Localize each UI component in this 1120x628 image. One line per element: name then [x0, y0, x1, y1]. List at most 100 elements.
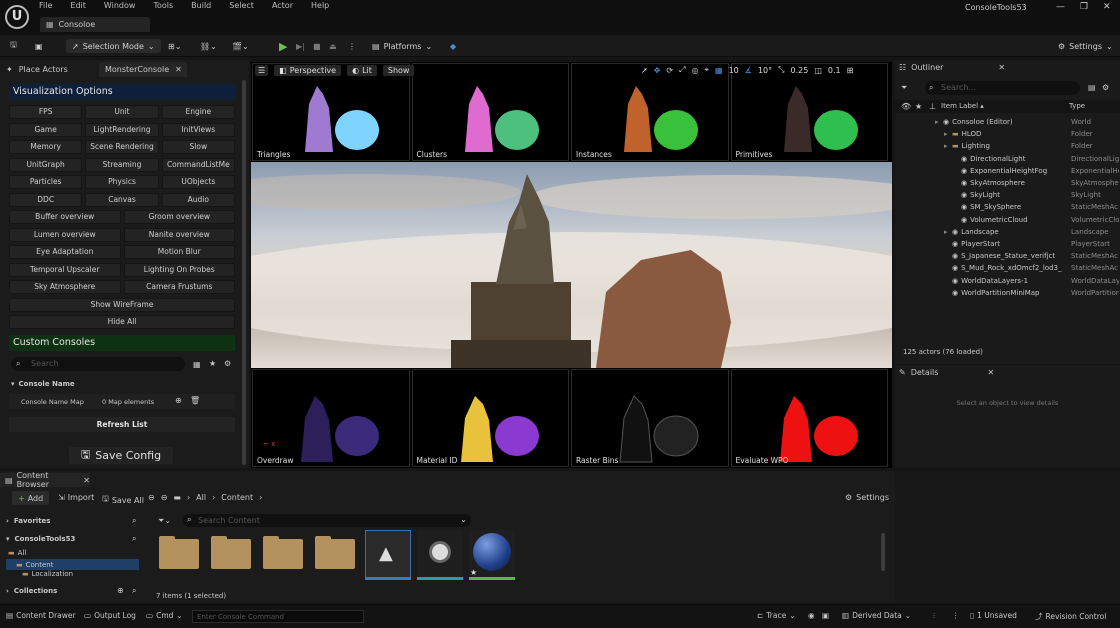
vis-button-18[interactable]: Buffer overview [9, 210, 121, 224]
viz-thumb-evaluate-wpo[interactable]: Evaluate WPO [730, 369, 888, 467]
tree-content[interactable]: ▬ Content [6, 559, 139, 570]
select-tool-icon[interactable]: ➚ [641, 66, 648, 75]
left-panel-scrollbar[interactable] [242, 80, 246, 465]
breadcrumb-content[interactable]: Content [221, 493, 253, 502]
lit-button[interactable]: ◐ Lit [347, 65, 377, 76]
main-scene-view[interactable] [251, 162, 892, 368]
outliner-row[interactable]: ◉ DirectionalLight DirectionalLig [895, 153, 1120, 165]
refresh-list-button[interactable]: Refresh List [9, 417, 235, 432]
vis-button-2[interactable]: Engine [161, 105, 235, 119]
search-icon[interactable]: ⌕ [132, 516, 136, 526]
blueprint-icon[interactable]: ⛓⌄ [200, 39, 217, 53]
content-drawer-button[interactable]: ▤ Content Drawer [6, 611, 76, 620]
output-log-button[interactable]: ▭ Output Log [84, 611, 136, 620]
stop-icon[interactable]: ■ [313, 39, 321, 53]
cb-settings-button[interactable]: ⚙ Settings [845, 493, 889, 502]
vis-button-21[interactable]: Nanite overview [123, 227, 235, 242]
content-browser-tab[interactable]: ▤ Content Browser ✕ [0, 471, 90, 489]
star-icon[interactable]: ★ [915, 102, 922, 111]
viz-thumb-overdraw[interactable]: Overdraw [252, 369, 410, 467]
vis-button-6[interactable]: Memory [9, 140, 83, 154]
scale-tool-icon[interactable]: ⤢ [679, 65, 685, 75]
outliner-row[interactable]: ▸ ▬ Lighting Folder [895, 140, 1120, 152]
vis-button-19[interactable]: Groom overview [123, 210, 235, 224]
vis-button-23[interactable]: Motion Blur [123, 245, 235, 259]
unreal-logo-icon[interactable]: U [5, 5, 29, 29]
viz-thumb-primitives[interactable]: Primitives [730, 63, 888, 161]
outliner-search-input[interactable]: ⌕ Search... [925, 81, 1080, 95]
move-tool-icon[interactable]: ✥ [654, 66, 661, 75]
outliner-row[interactable]: ◉ SM_SkySphere StaticMeshAc [895, 201, 1120, 213]
tab-monster-console[interactable]: MonsterConsole ✕ [99, 62, 187, 77]
play-icon[interactable]: ▶ [279, 39, 287, 53]
surface-snap-icon[interactable]: ⌖ [705, 65, 710, 75]
vis-button-1[interactable]: Unit [85, 105, 159, 119]
outliner-row[interactable]: ◉ SkyLight SkyLight [895, 189, 1120, 201]
derived-data-dropdown[interactable]: ▥ Derived Data ⌄ [842, 611, 911, 620]
vis-button-10[interactable]: Streaming [85, 157, 159, 172]
maximize-icon[interactable]: ❐ [1080, 2, 1088, 12]
camera-speed-value[interactable]: 0.1 [828, 66, 841, 75]
item-label-column[interactable]: Item Label ▴ [941, 102, 984, 110]
trace-dropdown[interactable]: ⊏ Trace ⌄ [757, 611, 796, 620]
menu-build[interactable]: Build [191, 1, 219, 13]
settings-dropdown[interactable]: ⚙ Settings ⌄ [1058, 39, 1113, 53]
outliner-row[interactable]: ▸ ◉ Consoloe (Editor) World [895, 116, 1120, 128]
outliner-row[interactable]: ◉ S_Japanese_Statue_verifjct StaticMeshAc [895, 250, 1120, 262]
grid-snap-value[interactable]: 10 [729, 66, 739, 75]
tab-place-actors[interactable]: ✦ Place Actors [0, 62, 95, 77]
search-icon[interactable]: ⌕ [132, 534, 136, 544]
angle-snap-icon[interactable]: ∡ [745, 66, 752, 75]
record-icon[interactable]: ◉ [808, 611, 815, 620]
add-element-icon[interactable]: ⊕ [175, 396, 182, 405]
viz-thumb-clusters[interactable]: Clusters [411, 63, 569, 161]
vis-button-24[interactable]: Temporal Upscaler [9, 262, 121, 277]
vis-button-4[interactable]: LightRendering [85, 122, 159, 137]
collections-section[interactable]: › Collections [6, 587, 57, 595]
revision-icon[interactable]: ◆ [450, 39, 456, 53]
outliner-row[interactable]: ◉ PlayerStart PlayerStart [895, 238, 1120, 250]
save-config-button[interactable]: 🖫 Save Config [69, 447, 173, 464]
search-icon[interactable]: ⌕ [132, 586, 136, 596]
back-icon[interactable]: ⊖ [148, 493, 155, 502]
outliner-row[interactable]: ◉ ExponentialHeightFog ExponentialHe [895, 165, 1120, 177]
source-control-icon[interactable]: ⫶ [933, 611, 935, 621]
trash-icon[interactable]: 🗑 [190, 396, 200, 405]
import-button[interactable]: ⇲ Import [58, 493, 94, 502]
menu-select[interactable]: Select [229, 1, 262, 13]
vis-button-7[interactable]: Scene Rendering [85, 140, 159, 154]
close-tab-icon[interactable]: ✕ [175, 65, 182, 74]
eject-icon[interactable]: ⏏ [329, 39, 337, 53]
visibility-icon[interactable]: 👁 [901, 102, 911, 111]
table-view-icon[interactable]: ▦ [193, 360, 201, 369]
gear-icon[interactable]: ⚙ [1102, 83, 1109, 92]
outliner-tab[interactable]: ☷ Outliner ✕ [899, 63, 1005, 72]
scale-snap-icon[interactable]: ⤡ [778, 65, 784, 75]
vis-button-15[interactable]: DDC [9, 192, 83, 207]
browse-icon[interactable]: ▣ [35, 39, 43, 53]
hamburger-icon[interactable]: ☰ [255, 65, 269, 76]
step-icon[interactable]: ▶| [296, 39, 305, 53]
breadcrumb-all[interactable]: All [196, 493, 206, 502]
asset-material[interactable]: ★ [469, 530, 515, 580]
menu-edit[interactable]: Edit [70, 1, 94, 13]
vis-button-8[interactable]: Slow [161, 140, 235, 154]
vis-button-9[interactable]: UnitGraph [9, 157, 83, 172]
outliner-row[interactable]: ◉ SkyAtmosphere SkyAtmosphe [895, 177, 1120, 189]
outliner-row[interactable]: ▸ ◉ Landscape Landscape [895, 226, 1120, 238]
favorites-section[interactable]: › Favorites [6, 517, 50, 525]
add-actor-icon[interactable]: ⊞⌄ [168, 39, 181, 53]
vis-button-14[interactable]: UObjects [161, 175, 235, 189]
vis-button-27[interactable]: Camera Frustums [123, 280, 235, 294]
unsaved-button[interactable]: ▯ 1 Unsaved [970, 611, 1017, 620]
tree-all[interactable]: ▬ All [8, 549, 26, 557]
outliner-row[interactable]: ▸ ▬ HLOD Folder [895, 128, 1120, 140]
play-options-icon[interactable]: ⋮ [348, 39, 356, 53]
cb-scrollbar[interactable] [881, 533, 885, 571]
type-column[interactable]: Type [1069, 102, 1085, 110]
vis-button-3[interactable]: Game [9, 122, 83, 137]
close-icon[interactable]: ✕ [1103, 2, 1111, 12]
minimize-icon[interactable]: — [1056, 2, 1065, 12]
viz-thumb-material-id[interactable]: Material ID [411, 369, 569, 467]
menu-window[interactable]: Window [104, 1, 144, 13]
